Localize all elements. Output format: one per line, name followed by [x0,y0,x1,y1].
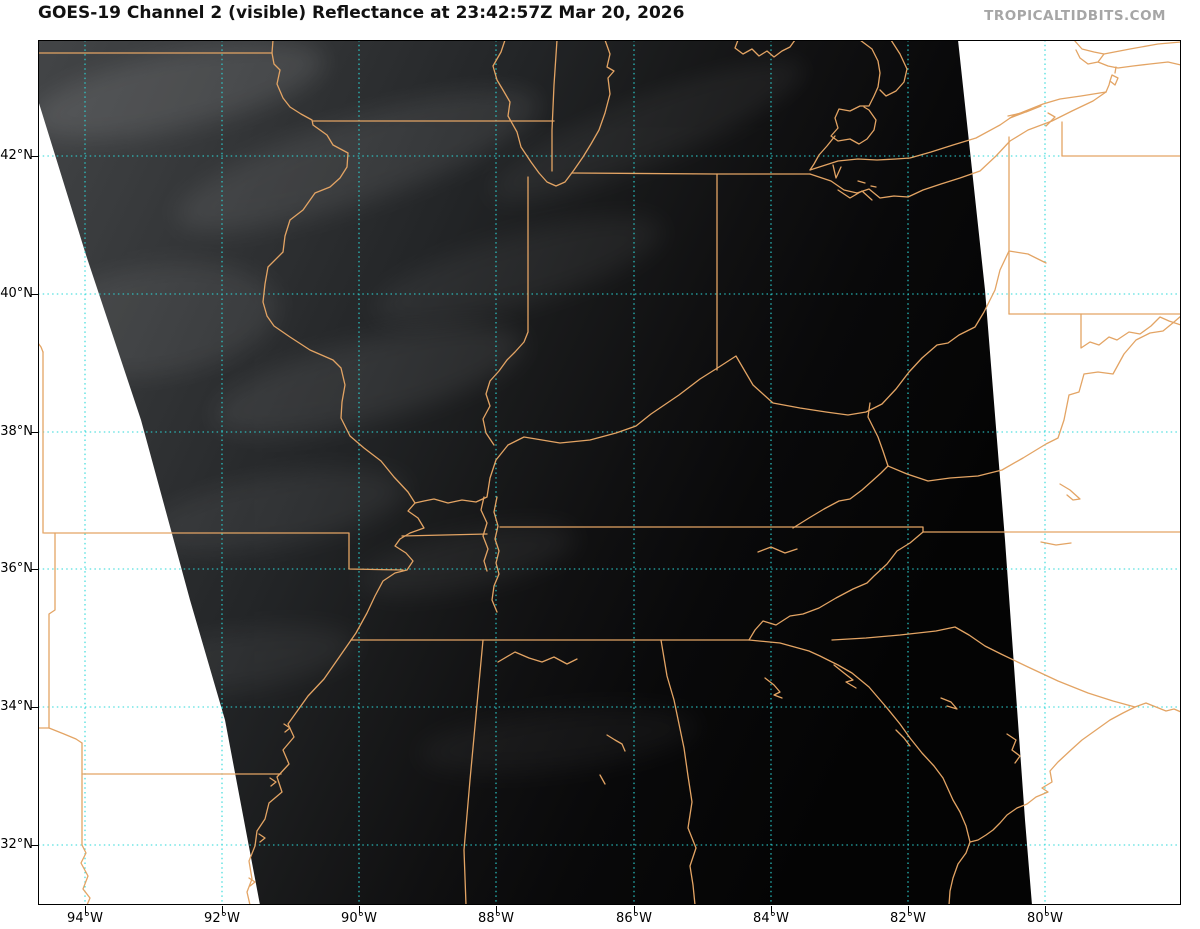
lake-ontario-lower-shore [1075,49,1182,69]
lat-tick-mark [31,707,38,708]
kerr-lake [1040,541,1072,546]
smith-mountain-lake [1059,483,1081,501]
lon-tick-label: 94°W [67,911,103,926]
niagara-river-grand-island [1105,66,1119,93]
lon-tick-mark [85,906,86,913]
lon-tick-label: 80°W [1027,911,1063,926]
lon-tick-mark [359,906,360,913]
lat-tick-mark [31,294,38,295]
lon-tick-mark [771,906,772,913]
lat-tick-mark [31,845,38,846]
lon-tick-label: 82°W [890,911,926,926]
lat-tick-label: 40°N [0,286,33,301]
lon-tick-label: 86°W [616,911,652,926]
lat-tick-mark [31,432,38,433]
lon-tick-mark [222,906,223,913]
lat-tick-label: 36°N [0,561,33,576]
lon-tick-label: 92°W [204,911,240,926]
lon-tick-label: 90°W [341,911,377,926]
lat-tick-mark [31,569,38,570]
page-title: GOES-19 Channel 2 (visible) Reflectance … [38,3,685,23]
lon-tick-mark [1045,906,1046,913]
lat-tick-label: 38°N [0,424,33,439]
lon-tick-label: 84°W [753,911,789,926]
lon-tick-mark [908,906,909,913]
lat-tick-label: 42°N [0,148,33,163]
satellite-viewer: GOES-19 Channel 2 (visible) Reflectance … [0,0,1200,929]
lon-tick-mark [496,906,497,913]
long-point-spit [1007,105,1042,119]
border-ar-west [48,532,56,729]
border-tx-ar-red-river [37,727,83,744]
lat-tick-label: 32°N [0,837,33,852]
lon-tick-label: 88°W [478,911,514,926]
map-canvas [37,39,1182,906]
coast-nc [1134,702,1182,713]
lon-tick-mark [634,906,635,913]
river-potomac-md [1080,313,1182,349]
watermark: TROPICALTIDBITS.COM [984,8,1166,24]
satellite-map [37,39,1182,906]
lat-tick-label: 34°N [0,699,33,714]
lake-ontario-upper-shore [1073,39,1182,55]
border-tx-la-sabine [80,742,91,906]
lat-tick-mark [31,156,38,157]
